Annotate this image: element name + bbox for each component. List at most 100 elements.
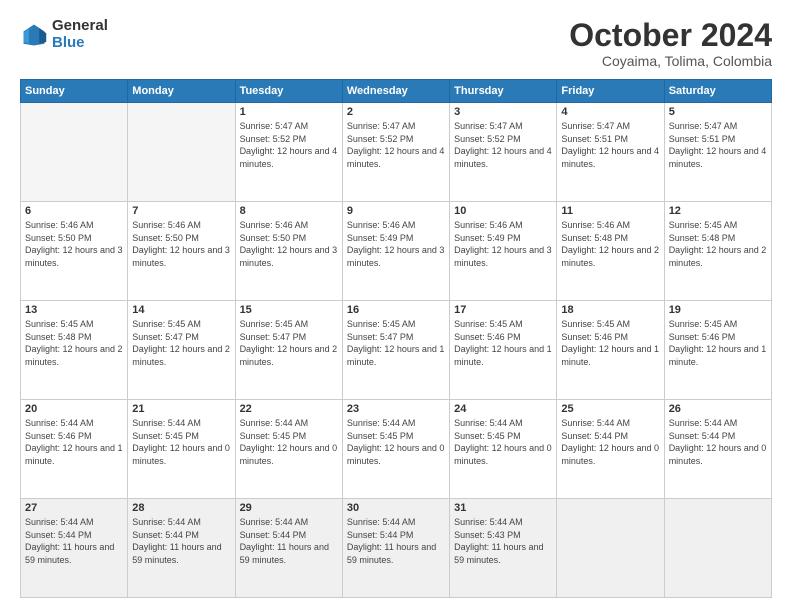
weekday-header-saturday: Saturday xyxy=(664,80,771,103)
day-number: 20 xyxy=(25,403,123,415)
day-info: Sunrise: 5:47 AM Sunset: 5:51 PM Dayligh… xyxy=(669,120,767,170)
calendar-cell: 10 Sunrise: 5:46 AM Sunset: 5:49 PM Dayli… xyxy=(450,202,557,301)
day-number: 6 xyxy=(25,205,123,217)
week-row-1: 1 Sunrise: 5:47 AM Sunset: 5:52 PM Daylig… xyxy=(21,103,772,202)
calendar-cell: 17 Sunrise: 5:45 AM Sunset: 5:46 PM Dayli… xyxy=(450,301,557,400)
calendar-cell: 30 Sunrise: 5:44 AM Sunset: 5:44 PM Dayli… xyxy=(342,499,449,598)
day-number: 18 xyxy=(561,304,659,316)
week-row-2: 6 Sunrise: 5:46 AM Sunset: 5:50 PM Daylig… xyxy=(21,202,772,301)
calendar-cell: 4Sunrise: 5:47 AM Sunset: 5:51 PM Daylig… xyxy=(557,103,664,202)
calendar-cell: 14 Sunrise: 5:45 AM Sunset: 5:47 PM Dayli… xyxy=(128,301,235,400)
calendar-cell: 18 Sunrise: 5:45 AM Sunset: 5:46 PM Dayli… xyxy=(557,301,664,400)
day-info: Sunrise: 5:45 AM Sunset: 5:47 PM Dayligh… xyxy=(132,318,230,368)
day-info: Sunrise: 5:45 AM Sunset: 5:47 PM Dayligh… xyxy=(240,318,338,368)
day-info: Sunrise: 5:44 AM Sunset: 5:45 PM Dayligh… xyxy=(347,417,445,467)
calendar-cell: 24 Sunrise: 5:44 AM Sunset: 5:45 PM Dayli… xyxy=(450,400,557,499)
day-info: Sunrise: 5:46 AM Sunset: 5:50 PM Dayligh… xyxy=(25,219,123,269)
location-subtitle: Coyaima, Tolima, Colombia xyxy=(569,53,772,69)
day-number: 17 xyxy=(454,304,552,316)
calendar-cell xyxy=(557,499,664,598)
calendar-cell: 2Sunrise: 5:47 AM Sunset: 5:52 PM Daylig… xyxy=(342,103,449,202)
weekday-header-monday: Monday xyxy=(128,80,235,103)
day-number: 5 xyxy=(669,106,767,118)
day-info: Sunrise: 5:44 AM Sunset: 5:46 PM Dayligh… xyxy=(25,417,123,467)
day-info: Sunrise: 5:44 AM Sunset: 5:44 PM Dayligh… xyxy=(132,516,230,566)
day-info: Sunrise: 5:46 AM Sunset: 5:50 PM Dayligh… xyxy=(132,219,230,269)
day-number: 7 xyxy=(132,205,230,217)
calendar-cell: 13 Sunrise: 5:45 AM Sunset: 5:48 PM Dayli… xyxy=(21,301,128,400)
day-number: 15 xyxy=(240,304,338,316)
calendar-cell xyxy=(21,103,128,202)
day-number: 8 xyxy=(240,205,338,217)
calendar-cell: 23 Sunrise: 5:44 AM Sunset: 5:45 PM Dayli… xyxy=(342,400,449,499)
calendar-cell: 22 Sunrise: 5:44 AM Sunset: 5:45 PM Dayli… xyxy=(235,400,342,499)
day-info: Sunrise: 5:47 AM Sunset: 5:52 PM Dayligh… xyxy=(240,120,338,170)
calendar-cell: 29 Sunrise: 5:44 AM Sunset: 5:44 PM Dayli… xyxy=(235,499,342,598)
calendar-cell: 3 Sunrise: 5:47 AM Sunset: 5:52 PM Daylig… xyxy=(450,103,557,202)
weekday-header-wednesday: Wednesday xyxy=(342,80,449,103)
day-info: Sunrise: 5:45 AM Sunset: 5:46 PM Dayligh… xyxy=(561,318,659,368)
calendar-cell: 31 Sunrise: 5:44 AM Sunset: 5:43 PM Dayli… xyxy=(450,499,557,598)
day-number: 22 xyxy=(240,403,338,415)
day-number: 28 xyxy=(132,502,230,514)
day-number: 26 xyxy=(669,403,767,415)
day-number: 27 xyxy=(25,502,123,514)
logo-icon xyxy=(20,21,48,49)
weekday-header-thursday: Thursday xyxy=(450,80,557,103)
day-info: Sunrise: 5:46 AM Sunset: 5:48 PM Dayligh… xyxy=(561,219,659,269)
weekday-header-tuesday: Tuesday xyxy=(235,80,342,103)
day-number: 23 xyxy=(347,403,445,415)
calendar-cell: 26Sunrise: 5:44 AM Sunset: 5:44 PM Dayli… xyxy=(664,400,771,499)
week-row-4: 20 Sunrise: 5:44 AM Sunset: 5:46 PM Dayli… xyxy=(21,400,772,499)
day-info: Sunrise: 5:45 AM Sunset: 5:46 PM Dayligh… xyxy=(454,318,552,368)
week-row-3: 13 Sunrise: 5:45 AM Sunset: 5:48 PM Dayli… xyxy=(21,301,772,400)
calendar-cell: 12 Sunrise: 5:45 AM Sunset: 5:48 PM Dayli… xyxy=(664,202,771,301)
day-info: Sunrise: 5:44 AM Sunset: 5:44 PM Dayligh… xyxy=(240,516,338,566)
calendar-cell xyxy=(128,103,235,202)
day-info: Sunrise: 5:44 AM Sunset: 5:45 PM Dayligh… xyxy=(132,417,230,467)
day-info: Sunrise: 5:44 AM Sunset: 5:45 PM Dayligh… xyxy=(240,417,338,467)
day-number: 9 xyxy=(347,205,445,217)
calendar-cell: 27Sunrise: 5:44 AM Sunset: 5:44 PM Dayli… xyxy=(21,499,128,598)
day-number: 4 xyxy=(561,106,659,118)
day-number: 31 xyxy=(454,502,552,514)
day-info: Sunrise: 5:47 AM Sunset: 5:52 PM Dayligh… xyxy=(454,120,552,170)
day-number: 14 xyxy=(132,304,230,316)
day-number: 3 xyxy=(454,106,552,118)
logo-text: General Blue xyxy=(52,18,108,51)
weekday-header-sunday: Sunday xyxy=(21,80,128,103)
calendar-cell: 15 Sunrise: 5:45 AM Sunset: 5:47 PM Dayli… xyxy=(235,301,342,400)
day-info: Sunrise: 5:44 AM Sunset: 5:44 PM Dayligh… xyxy=(347,516,445,566)
day-info: Sunrise: 5:45 AM Sunset: 5:48 PM Dayligh… xyxy=(669,219,767,269)
day-number: 1 xyxy=(240,106,338,118)
logo: General Blue xyxy=(20,18,108,51)
day-info: Sunrise: 5:44 AM Sunset: 5:45 PM Dayligh… xyxy=(454,417,552,467)
day-number: 30 xyxy=(347,502,445,514)
header: General Blue October 2024 Coyaima, Tolim… xyxy=(20,18,772,69)
calendar-cell: 7 Sunrise: 5:46 AM Sunset: 5:50 PM Daylig… xyxy=(128,202,235,301)
day-info: Sunrise: 5:47 AM Sunset: 5:52 PM Dayligh… xyxy=(347,120,445,170)
day-info: Sunrise: 5:45 AM Sunset: 5:47 PM Dayligh… xyxy=(347,318,445,368)
day-info: Sunrise: 5:44 AM Sunset: 5:43 PM Dayligh… xyxy=(454,516,552,566)
day-info: Sunrise: 5:46 AM Sunset: 5:49 PM Dayligh… xyxy=(454,219,552,269)
day-info: Sunrise: 5:44 AM Sunset: 5:44 PM Dayligh… xyxy=(561,417,659,467)
calendar-cell: 1 Sunrise: 5:47 AM Sunset: 5:52 PM Daylig… xyxy=(235,103,342,202)
day-number: 13 xyxy=(25,304,123,316)
day-number: 12 xyxy=(669,205,767,217)
calendar-cell: 28 Sunrise: 5:44 AM Sunset: 5:44 PM Dayli… xyxy=(128,499,235,598)
calendar-cell: 11Sunrise: 5:46 AM Sunset: 5:48 PM Dayli… xyxy=(557,202,664,301)
logo-blue: Blue xyxy=(52,35,108,52)
calendar-table: SundayMondayTuesdayWednesdayThursdayFrid… xyxy=(20,79,772,598)
month-title: October 2024 xyxy=(569,18,772,53)
day-number: 24 xyxy=(454,403,552,415)
day-number: 19 xyxy=(669,304,767,316)
day-number: 29 xyxy=(240,502,338,514)
calendar-cell: 8 Sunrise: 5:46 AM Sunset: 5:50 PM Daylig… xyxy=(235,202,342,301)
day-number: 16 xyxy=(347,304,445,316)
day-info: Sunrise: 5:46 AM Sunset: 5:50 PM Dayligh… xyxy=(240,219,338,269)
day-info: Sunrise: 5:46 AM Sunset: 5:49 PM Dayligh… xyxy=(347,219,445,269)
day-info: Sunrise: 5:45 AM Sunset: 5:48 PM Dayligh… xyxy=(25,318,123,368)
calendar-cell: 9 Sunrise: 5:46 AM Sunset: 5:49 PM Daylig… xyxy=(342,202,449,301)
calendar-cell: 25Sunrise: 5:44 AM Sunset: 5:44 PM Dayli… xyxy=(557,400,664,499)
day-number: 10 xyxy=(454,205,552,217)
